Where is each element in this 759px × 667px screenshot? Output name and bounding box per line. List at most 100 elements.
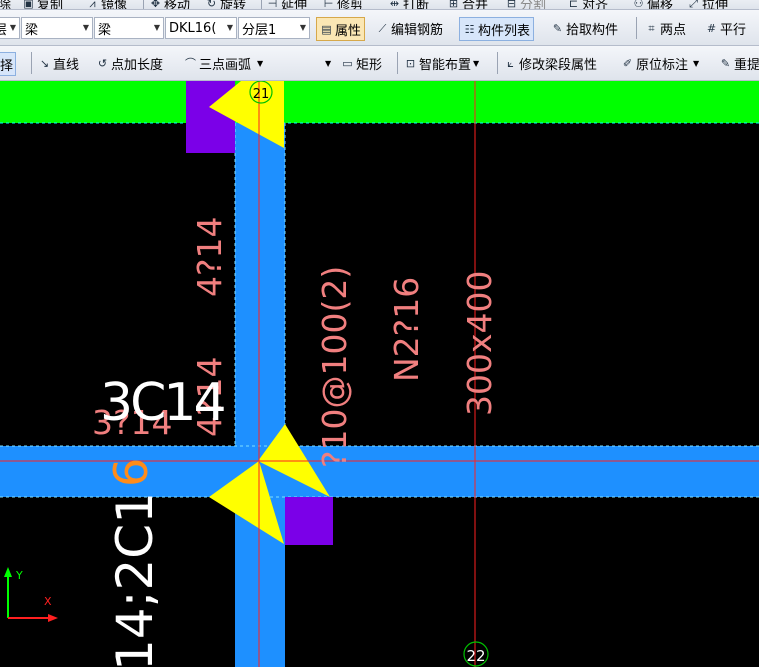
- chevron-down-icon: ▼: [325, 58, 332, 68]
- break-icon: ⇹: [389, 0, 400, 10]
- split-icon: ⊟: [506, 0, 517, 10]
- trim-button[interactable]: ⊢ 修剪: [322, 0, 364, 10]
- reextract-button[interactable]: ✎ 重提: [719, 52, 759, 74]
- stretch-button[interactable]: ⤢ 拉伸: [687, 0, 729, 10]
- trim-icon: ⊢: [323, 0, 334, 10]
- ucs-x-label: X: [44, 595, 52, 608]
- merge-button[interactable]: ⊞ 合并: [447, 0, 489, 10]
- select-button[interactable]: 择: [0, 52, 17, 76]
- section-size-annotation[interactable]: 300x400: [460, 270, 499, 416]
- span-rebar-annotation-orange[interactable]: 6: [104, 458, 158, 487]
- copy-button[interactable]: ▣ 复制: [22, 0, 63, 10]
- modify-span-icon: ⟀: [507, 56, 514, 70]
- edit-rebar-label: 编辑钢筋: [391, 22, 444, 38]
- mirror-label: 镜像: [101, 0, 128, 10]
- three-point-arc-button[interactable]: ⌒ 三点画弧 ▼: [184, 52, 263, 74]
- smart-layout-button[interactable]: ⊡ 智能布置 ▼: [404, 52, 479, 74]
- in-situ-annotation-button[interactable]: ✐ 原位标注 ▼: [621, 52, 699, 74]
- merge-label: 合并: [462, 0, 489, 10]
- rebar-annotation-white[interactable]: 3C14: [100, 373, 227, 433]
- offset-button[interactable]: ⚇ 偏移: [632, 0, 673, 10]
- chevron-down-icon: ▼: [9, 23, 16, 32]
- align-button[interactable]: ⊏ 对齐: [567, 0, 608, 9]
- extend-button[interactable]: ⊣ 延伸: [266, 0, 308, 10]
- select-label: 择: [0, 58, 14, 74]
- smart-layout-icon: ⊡: [405, 56, 416, 70]
- line-button[interactable]: ↘ 直线: [38, 52, 79, 74]
- split-label: 分割: [520, 0, 547, 10]
- separator: [261, 0, 262, 9]
- chevron-down-icon: ▼: [299, 23, 306, 32]
- chevron-down-icon: ▼: [82, 23, 89, 32]
- modify-span-button[interactable]: ⟀ 修改梁段属性: [504, 52, 597, 74]
- move-icon: ✥: [150, 0, 161, 10]
- pick-component-button[interactable]: ✎ 拾取构件: [551, 17, 618, 39]
- modify-span-label: 修改梁段属性: [519, 57, 598, 73]
- edit-rebar-button[interactable]: ⟋ 编辑钢筋: [376, 17, 443, 39]
- chevron-down-icon: ▼: [473, 58, 480, 68]
- stretch-label: 拉伸: [702, 0, 729, 10]
- floor-select-value: 层: [0, 19, 7, 38]
- arc-label: 三点画弧: [199, 57, 252, 73]
- type-select-value: 梁: [25, 22, 39, 38]
- separator: [636, 17, 637, 39]
- stretch-icon: ⤢: [689, 0, 698, 10]
- subtype-select[interactable]: 梁 ▼: [94, 17, 164, 39]
- two-points-icon: ⌗: [648, 21, 655, 35]
- rectangle-button[interactable]: ▭ 矩形: [341, 52, 382, 74]
- two-points-button[interactable]: ⌗ 两点: [645, 17, 686, 39]
- move-button[interactable]: ✥ 移动: [149, 0, 190, 10]
- type-select[interactable]: 梁 ▼: [21, 17, 93, 39]
- chevron-down-icon: ▼: [153, 23, 160, 32]
- column-bottom[interactable]: [285, 497, 333, 545]
- vertical-beam[interactable]: [235, 123, 285, 667]
- line-icon: ↘: [39, 56, 50, 70]
- axis-label-21: 21: [253, 87, 270, 102]
- reextract-icon: ✎: [720, 56, 731, 70]
- element-select[interactable]: DKL16(▼: [165, 17, 237, 39]
- layer-select-value: 分层1: [242, 22, 277, 38]
- smart-layout-label: 智能布置: [419, 57, 472, 73]
- break-button[interactable]: ⇹ 打断: [388, 0, 430, 10]
- point-length-button[interactable]: ↺ 点加长度: [96, 52, 163, 74]
- properties-button[interactable]: ▤ 属性: [316, 17, 366, 41]
- rebar-annotation-top[interactable]: 4?14: [190, 216, 229, 297]
- list-icon: ☷: [464, 22, 475, 36]
- component-list-button[interactable]: ☷ 构件列表: [459, 17, 535, 41]
- rebar-icon: ⟋: [378, 21, 387, 35]
- component-toolbar: 层▼ 梁▼ 梁▼ DKL16(▼ 分层1▼ ▤属性 ⟋编辑钢筋 ☷构件列表 ✎拾…: [0, 10, 759, 46]
- copy-icon: ▣: [23, 0, 34, 10]
- floor-select[interactable]: 层▼: [0, 17, 20, 39]
- line-label: 直线: [53, 57, 80, 73]
- edit-toolbar: 除 ▣复制 ⩘ 镜像 ✥移动 ↻旋转 ⊣延伸 ⊢修剪 ⇹打断 ⊞合并 ⊟分割 ⊏对…: [0, 0, 759, 10]
- separator: [143, 0, 144, 9]
- delete-button[interactable]: 除: [0, 0, 11, 9]
- span-rebar-annotation[interactable]: 14;2C1: [106, 492, 164, 667]
- rotate-label: 旋转: [220, 0, 247, 10]
- rotate-button[interactable]: ↻ 旋转: [205, 0, 247, 10]
- stirrup-annotation[interactable]: ?10@100(2): [315, 266, 354, 468]
- top-beam[interactable]: [0, 81, 759, 123]
- mirror-button[interactable]: ⩘ 镜像: [86, 0, 128, 10]
- mirror-icon: ⩘: [89, 0, 96, 10]
- pick-component-label: 拾取构件: [566, 22, 619, 38]
- torsion-rebar-annotation[interactable]: N2?16: [387, 277, 426, 382]
- merge-icon: ⊞: [448, 0, 459, 10]
- chevron-down-icon: ▼: [693, 58, 700, 68]
- rotate-icon: ↻: [206, 0, 217, 10]
- subtype-select-value: 梁: [98, 22, 112, 38]
- parallel-label: 平行: [720, 22, 747, 38]
- chevron-down-icon: ▼: [226, 23, 233, 32]
- trim-label: 修剪: [337, 0, 364, 10]
- arc-options-dropdown[interactable]: ▼: [325, 52, 331, 74]
- annotation-icon: ✐: [622, 56, 633, 70]
- reextract-label: 重提: [734, 57, 759, 73]
- break-label: 打断: [403, 0, 430, 10]
- drawing-canvas[interactable]: 21 22 4?14 4?14 ?10@100(2) N2?16 300x400…: [0, 81, 759, 667]
- offset-icon: ⚇: [633, 0, 644, 10]
- separator: [497, 52, 498, 74]
- parallel-button[interactable]: # 平行: [705, 17, 746, 39]
- split-button[interactable]: ⊟ 分割: [505, 0, 547, 10]
- extend-label: 延伸: [281, 0, 308, 10]
- layer-select[interactable]: 分层1 ▼: [238, 17, 310, 39]
